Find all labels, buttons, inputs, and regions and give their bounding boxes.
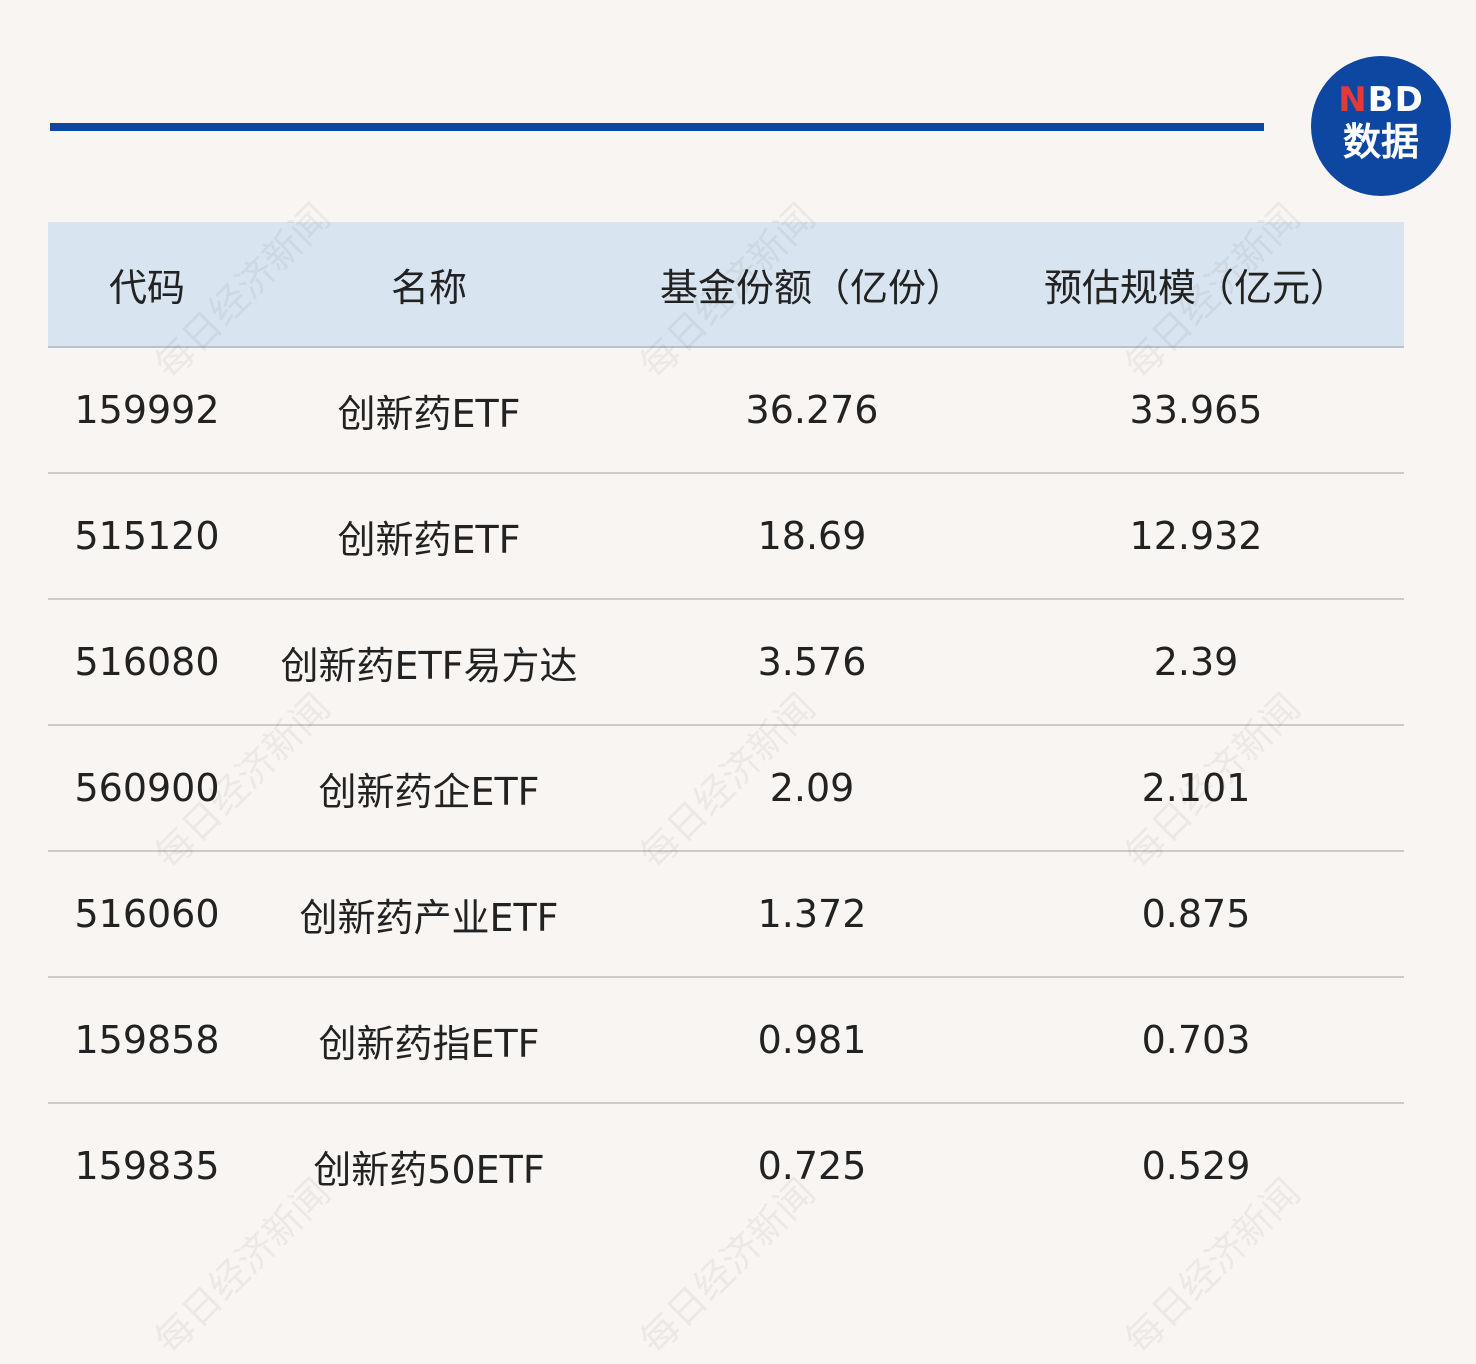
cell-code: 516060 bbox=[74, 892, 220, 936]
header-code: 代码 bbox=[108, 265, 185, 310]
cell-estimated-size: 0.875 bbox=[1141, 892, 1251, 936]
logo-bd-letters: BD bbox=[1367, 80, 1424, 120]
logo-n-letter: N bbox=[1338, 80, 1368, 120]
cell-code: 159992 bbox=[74, 388, 220, 432]
logo-data-text: 数据 bbox=[1342, 120, 1419, 164]
nbd-data-logo: NBD 数据 bbox=[1311, 56, 1451, 196]
cell-name: 创新药ETF bbox=[337, 517, 521, 562]
cell-fund-shares: 3.576 bbox=[757, 640, 867, 684]
cell-fund-shares: 2.09 bbox=[769, 766, 855, 810]
cell-name: 创新药ETF bbox=[337, 391, 521, 436]
cell-fund-shares: 1.372 bbox=[757, 892, 867, 936]
cell-estimated-size: 2.39 bbox=[1153, 640, 1239, 684]
cell-estimated-size: 2.101 bbox=[1141, 766, 1251, 810]
cell-name: 创新药指ETF bbox=[318, 1021, 540, 1066]
cell-code: 560900 bbox=[74, 766, 220, 810]
cell-code: 515120 bbox=[74, 514, 220, 558]
cell-estimated-size: 0.529 bbox=[1141, 1144, 1251, 1188]
cell-name: 创新药50ETF bbox=[313, 1147, 545, 1192]
header-name: 名称 bbox=[390, 265, 467, 310]
cell-fund-shares: 0.981 bbox=[757, 1018, 867, 1062]
cell-name: 创新药ETF易方达 bbox=[280, 643, 578, 688]
header-estimated-size: 预估规模（亿元） bbox=[1043, 265, 1348, 310]
cell-code: 159835 bbox=[74, 1144, 220, 1188]
table-row: 515120 创新药ETF 18.69 12.932 bbox=[48, 474, 1404, 600]
logo-nbd-text: NBD bbox=[1311, 80, 1451, 120]
cell-estimated-size: 33.965 bbox=[1129, 388, 1263, 432]
cell-estimated-size: 0.703 bbox=[1141, 1018, 1251, 1062]
cell-code: 159858 bbox=[74, 1018, 220, 1062]
etf-table: 代码 名称 基金份额（亿份） 预估规模（亿元） 159992 创新药ETF 36… bbox=[48, 222, 1404, 1228]
table-row: 159835 创新药50ETF 0.725 0.529 bbox=[48, 1104, 1404, 1228]
table-row: 560900 创新药企ETF 2.09 2.101 bbox=[48, 726, 1404, 852]
cell-name: 创新药产业ETF bbox=[299, 895, 559, 940]
table-header: 代码 名称 基金份额（亿份） 预估规模（亿元） bbox=[48, 222, 1404, 348]
cell-code: 516080 bbox=[74, 640, 220, 684]
table-row: 159858 创新药指ETF 0.981 0.703 bbox=[48, 978, 1404, 1104]
cell-estimated-size: 12.932 bbox=[1129, 514, 1263, 558]
header-fund-shares: 基金份额（亿份） bbox=[659, 265, 964, 310]
cell-fund-shares: 0.725 bbox=[757, 1144, 867, 1188]
table-row: 516060 创新药产业ETF 1.372 0.875 bbox=[48, 852, 1404, 978]
top-accent-rule bbox=[50, 123, 1264, 131]
cell-fund-shares: 18.69 bbox=[757, 514, 867, 558]
cell-name: 创新药企ETF bbox=[318, 769, 540, 814]
table-row: 159992 创新药ETF 36.276 33.965 bbox=[48, 348, 1404, 474]
cell-fund-shares: 36.276 bbox=[745, 388, 879, 432]
table-row: 516080 创新药ETF易方达 3.576 2.39 bbox=[48, 600, 1404, 726]
